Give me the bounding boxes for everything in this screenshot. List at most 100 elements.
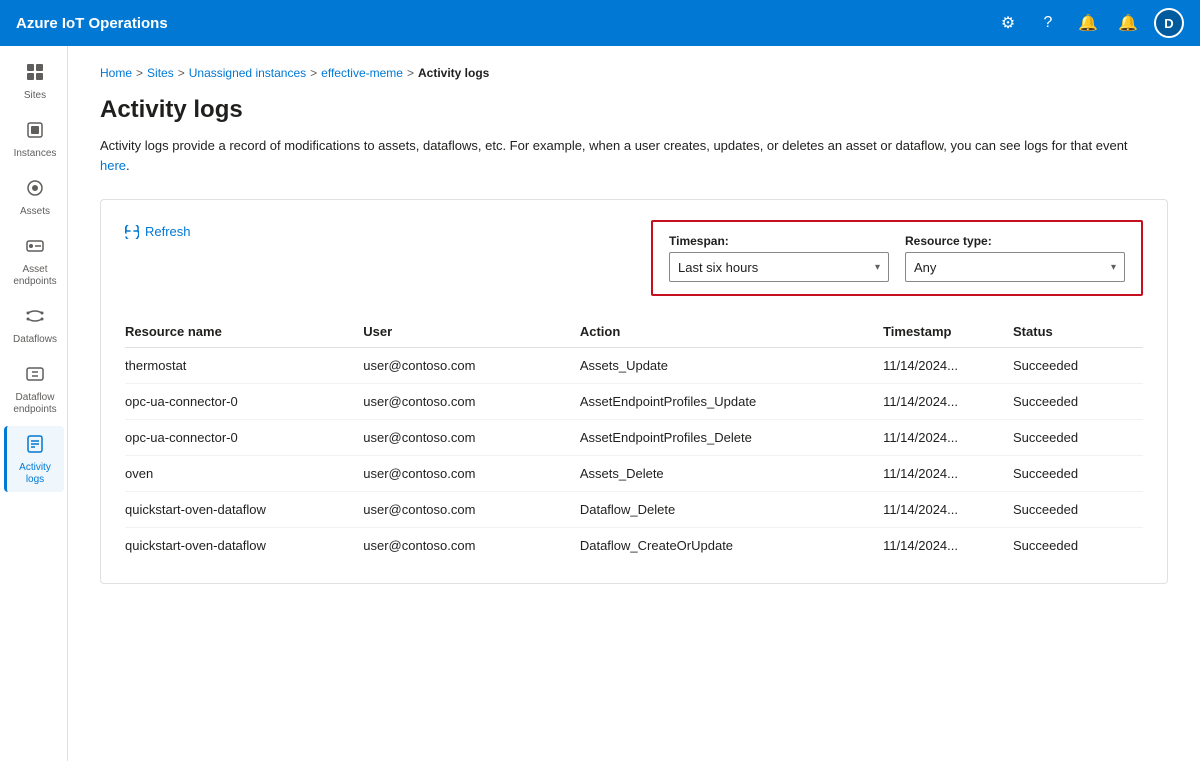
instances-icon	[25, 120, 45, 145]
col-header-action: Action	[580, 316, 883, 348]
cell-resource-name[interactable]: oven	[125, 456, 363, 492]
resource-type-chevron-icon: ▾	[1111, 262, 1116, 273]
table-row: quickstart-oven-dataflowuser@contoso.com…	[125, 492, 1143, 528]
sidebar-item-label-assets: Assets	[20, 206, 50, 218]
cell-status: Succeeded	[1013, 348, 1143, 384]
sidebar-item-dataflows[interactable]: Dataflows	[4, 298, 64, 352]
cell-resource-name[interactable]: opc-ua-connector-0	[125, 420, 363, 456]
cell-user: user@contoso.com	[363, 348, 580, 384]
table-row: opc-ua-connector-0user@contoso.comAssetE…	[125, 384, 1143, 420]
activity-log-card: Refresh Timespan: Last six hours ▾ Resou…	[100, 199, 1168, 584]
table-row: quickstart-oven-dataflowuser@contoso.com…	[125, 528, 1143, 564]
help-icon[interactable]: ?	[1034, 9, 1062, 37]
cell-user: user@contoso.com	[363, 528, 580, 564]
sidebar: Sites Instances Assets	[0, 46, 68, 761]
card-toolbar: Refresh Timespan: Last six hours ▾ Resou…	[125, 220, 1143, 296]
cell-action[interactable]: Dataflow_CreateOrUpdate	[580, 528, 883, 564]
breadcrumb-current: Activity logs	[418, 66, 489, 80]
timespan-label: Timespan:	[669, 234, 889, 248]
cell-timestamp: 11/14/2024...	[883, 348, 1013, 384]
breadcrumb-home[interactable]: Home	[100, 66, 132, 80]
topnav: Azure IoT Operations ⚙ ? 🔔 🔔 D	[0, 0, 1200, 46]
assets-icon	[25, 178, 45, 203]
timespan-filter-group: Timespan: Last six hours ▾	[669, 234, 889, 282]
sidebar-item-label-activity-logs: Activity logs	[11, 462, 60, 486]
activity-logs-icon	[25, 434, 45, 459]
cell-resource-name[interactable]: opc-ua-connector-0	[125, 384, 363, 420]
main-content: Home > Sites > Unassigned instances > ef…	[68, 46, 1200, 761]
sidebar-item-label-dataflow-endpoints: Dataflow endpoints	[11, 392, 60, 416]
feedback-icon[interactable]: 🔔	[1074, 9, 1102, 37]
col-header-timestamp: Timestamp	[883, 316, 1013, 348]
cell-action[interactable]: Assets_Update	[580, 348, 883, 384]
refresh-label: Refresh	[145, 224, 191, 239]
cell-status: Succeeded	[1013, 420, 1143, 456]
cell-status: Succeeded	[1013, 528, 1143, 564]
table-body: thermostatuser@contoso.comAssets_Update1…	[125, 348, 1143, 564]
dataflows-icon	[25, 306, 45, 331]
page-title: Activity logs	[100, 96, 1168, 124]
timespan-select[interactable]: Last six hours ▾	[669, 252, 889, 282]
breadcrumb-effective-meme[interactable]: effective-meme	[321, 66, 403, 80]
cell-action[interactable]: AssetEndpointProfiles_Delete	[580, 420, 883, 456]
filters-panel: Timespan: Last six hours ▾ Resource type…	[651, 220, 1143, 296]
refresh-icon	[125, 225, 139, 239]
sidebar-item-assets[interactable]: Assets	[4, 170, 64, 224]
table-row: opc-ua-connector-0user@contoso.comAssetE…	[125, 420, 1143, 456]
cell-timestamp: 11/14/2024...	[883, 420, 1013, 456]
col-header-user: User	[363, 316, 580, 348]
sidebar-item-label-sites: Sites	[24, 90, 46, 102]
sidebar-item-instances[interactable]: Instances	[4, 112, 64, 166]
resource-type-filter-group: Resource type: Any ▾	[905, 234, 1125, 282]
asset-endpoints-icon	[25, 236, 45, 261]
sidebar-item-label-instances: Instances	[14, 148, 57, 160]
cell-action[interactable]: AssetEndpointProfiles_Update	[580, 384, 883, 420]
timespan-chevron-icon: ▾	[875, 262, 880, 273]
cell-timestamp: 11/14/2024...	[883, 384, 1013, 420]
breadcrumb: Home > Sites > Unassigned instances > ef…	[100, 66, 1168, 80]
sidebar-item-activity-logs[interactable]: Activity logs	[4, 426, 64, 492]
resource-type-select[interactable]: Any ▾	[905, 252, 1125, 282]
col-header-resource-name: Resource name	[125, 316, 363, 348]
notifications-icon[interactable]: 🔔	[1114, 9, 1142, 37]
cell-timestamp: 11/14/2024...	[883, 528, 1013, 564]
sidebar-item-dataflow-endpoints[interactable]: Dataflow endpoints	[4, 356, 64, 422]
breadcrumb-sites[interactable]: Sites	[147, 66, 174, 80]
cell-resource-name[interactable]: quickstart-oven-dataflow	[125, 528, 363, 564]
resource-type-value: Any	[914, 260, 936, 275]
main-layout: Sites Instances Assets	[0, 46, 1200, 761]
breadcrumb-unassigned-instances[interactable]: Unassigned instances	[189, 66, 306, 80]
settings-icon[interactable]: ⚙	[994, 9, 1022, 37]
cell-timestamp: 11/14/2024...	[883, 456, 1013, 492]
resource-type-label: Resource type:	[905, 234, 1125, 248]
description-here-link[interactable]: here	[100, 158, 126, 173]
cell-resource-name[interactable]: thermostat	[125, 348, 363, 384]
cell-user: user@contoso.com	[363, 492, 580, 528]
cell-status: Succeeded	[1013, 456, 1143, 492]
sidebar-item-sites[interactable]: Sites	[4, 54, 64, 108]
cell-user: user@contoso.com	[363, 456, 580, 492]
cell-action[interactable]: Assets_Delete	[580, 456, 883, 492]
refresh-button[interactable]: Refresh	[125, 220, 191, 243]
col-header-status: Status	[1013, 316, 1143, 348]
table-row: thermostatuser@contoso.comAssets_Update1…	[125, 348, 1143, 384]
cell-resource-name[interactable]: quickstart-oven-dataflow	[125, 492, 363, 528]
cell-action[interactable]: Dataflow_Delete	[580, 492, 883, 528]
cell-status: Succeeded	[1013, 492, 1143, 528]
app-title: Azure IoT Operations	[16, 15, 994, 32]
timespan-value: Last six hours	[678, 260, 758, 275]
sites-icon	[25, 62, 45, 87]
cell-timestamp: 11/14/2024...	[883, 492, 1013, 528]
cell-user: user@contoso.com	[363, 384, 580, 420]
sidebar-item-label-dataflows: Dataflows	[13, 334, 57, 346]
user-avatar[interactable]: D	[1154, 8, 1184, 38]
dataflow-endpoints-icon	[25, 364, 45, 389]
table-row: ovenuser@contoso.comAssets_Delete11/14/2…	[125, 456, 1143, 492]
sidebar-item-asset-endpoints[interactable]: Asset endpoints	[4, 228, 64, 294]
topnav-icons: ⚙ ? 🔔 🔔 D	[994, 8, 1184, 38]
activity-log-table: Resource name User Action Timestamp Stat…	[125, 316, 1143, 563]
cell-user: user@contoso.com	[363, 420, 580, 456]
sidebar-item-label-asset-endpoints: Asset endpoints	[11, 264, 60, 288]
page-description: Activity logs provide a record of modifi…	[100, 136, 1160, 175]
cell-status: Succeeded	[1013, 384, 1143, 420]
